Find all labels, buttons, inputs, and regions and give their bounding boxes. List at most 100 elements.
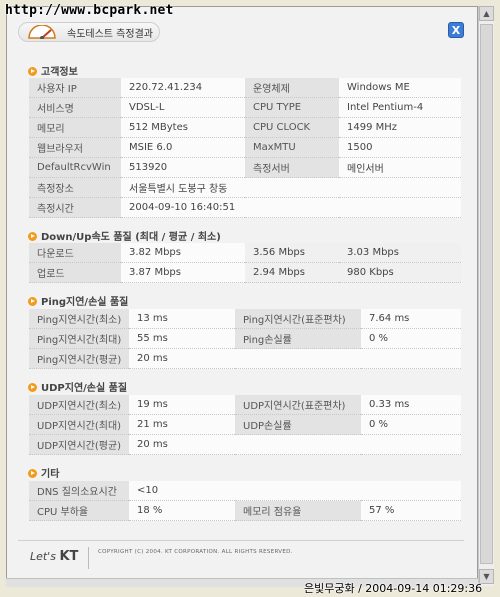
cell-value: 0 % xyxy=(361,328,461,349)
memory-usage-value: 57 % xyxy=(361,500,461,521)
speed-table: 다운로드 3.82 Mbps 3.56 Mbps 3.03 Mbps 업로드 3.87 M… xyxy=(29,243,461,283)
watermark: http://www.bcpark.net xyxy=(5,3,174,18)
bullet-icon xyxy=(28,383,37,392)
table-row: UDP지연시간(평균) 20 ms xyxy=(29,434,461,455)
udp-avg-label: UDP지연시간(평균) xyxy=(29,434,129,455)
copyright: COPYRIGHT (C) 2004. KT CORPORATION. ALL … xyxy=(98,549,293,555)
table-row: 사용자 IP 220.72.41.234 운영체제 Windows ME xyxy=(29,78,461,98)
screenshot-frame: ▲ ▼ http://www.bcpark.net 속도테스트 측정결과 X 고… xyxy=(0,0,500,597)
cell-value: MSIE 6.0 xyxy=(121,137,245,158)
cell-label: 웹브라우저 xyxy=(29,137,121,158)
table-row: 측정시간 2004-09-10 16:40:51 xyxy=(29,197,461,218)
speedometer-icon xyxy=(28,25,56,39)
udp-section-title: UDP지연/손실 품질 xyxy=(28,379,127,394)
table-row: 측정장소 서울특별시 도봉구 창동 xyxy=(29,177,461,198)
place-value: 서울특별시 도봉구 창동 xyxy=(121,177,461,198)
cell-value: 3.56 Mbps xyxy=(245,243,339,263)
close-icon[interactable]: X xyxy=(448,22,464,38)
table-row: Ping지연시간(최소) 13 ms Ping지연시간(표준편차) 7.64 ms xyxy=(29,309,461,329)
table-row: CPU 부하율 18 % 메모리 점유율 57 % xyxy=(29,500,461,521)
table-row: Ping지연시간(최대) 55 ms Ping손실률 0 % xyxy=(29,328,461,349)
table-row: 웹브라우저 MSIE 6.0 MaxMTU 1500 xyxy=(29,137,461,158)
speed-section-title: Down/Up속도 품질 (최대 / 평균 / 최소) xyxy=(28,228,221,243)
cell-value: 512 MBytes xyxy=(121,117,245,138)
cpu-load-value: 18 % xyxy=(129,500,235,521)
memory-usage-label: 메모리 점유율 xyxy=(235,500,361,521)
cell-label: UDP지연시간(최소) xyxy=(29,395,129,415)
cell-label: UDP손실률 xyxy=(235,414,361,435)
cell-label: Ping지연시간(최대) xyxy=(29,328,129,349)
cell-value: 3.82 Mbps xyxy=(121,243,245,263)
etc-table: DNS 질의소요시간 <10 CPU 부하율 18 % 메모리 점유율 57 % xyxy=(29,481,461,521)
cell-value: 0.33 ms xyxy=(361,395,461,415)
cell-label: 서비스명 xyxy=(29,97,121,118)
cell-label: 사용자 IP xyxy=(29,78,121,98)
cell-label: Ping지연시간(최소) xyxy=(29,309,129,329)
customer-table: 사용자 IP 220.72.41.234 운영체제 Windows ME 서비스명 VDS… xyxy=(29,78,461,218)
bullet-icon xyxy=(28,297,37,306)
cell-value: 980 Kbps xyxy=(339,262,461,283)
ping-avg-label: Ping지연시간(평균) xyxy=(29,348,129,369)
page-title: 속도테스트 측정결과 xyxy=(67,29,153,40)
cell-label: 운영체제 xyxy=(245,78,339,98)
ping-table: Ping지연시간(최소) 13 ms Ping지연시간(표준편차) 7.64 ms Pi… xyxy=(29,309,461,369)
time-label: 측정시간 xyxy=(29,197,121,218)
table-row: DNS 질의소요시간 <10 xyxy=(29,481,461,501)
cell-value: 1500 xyxy=(339,137,461,158)
ping-section-title: Ping지연/손실 품질 xyxy=(28,293,128,308)
table-row: 서비스명 VDSL-L CPU TYPE Intel Pentium-4 xyxy=(29,97,461,118)
udp-avg-value: 20 ms xyxy=(129,434,461,455)
cell-value: 13 ms xyxy=(129,309,235,329)
cell-value: 21 ms xyxy=(129,414,235,435)
scroll-up-button[interactable]: ▲ xyxy=(479,6,494,21)
table-row: DefaultRcvWin 513920 측정서버 메인서버 xyxy=(29,157,461,178)
cell-value: 0 % xyxy=(361,414,461,435)
cell-value: 513920 xyxy=(121,157,245,178)
dns-label: DNS 질의소요시간 xyxy=(29,481,129,501)
vertical-scrollbar[interactable]: ▲ ▼ xyxy=(478,6,494,586)
cell-value: Intel Pentium-4 xyxy=(339,97,461,118)
bullet-icon xyxy=(28,67,37,76)
title-badge: 속도테스트 측정결과 xyxy=(18,22,160,42)
section-label: 고객정보 xyxy=(41,67,78,78)
cell-value: 메인서버 xyxy=(339,157,461,178)
cell-label: Ping손실률 xyxy=(235,328,361,349)
table-row: Ping지연시간(평균) 20 ms xyxy=(29,348,461,369)
section-label: Down/Up속도 품질 (최대 / 평균 / 최소) xyxy=(41,232,221,243)
cell-label: 다운로드 xyxy=(29,243,121,263)
cell-label: DefaultRcvWin xyxy=(29,157,121,178)
table-row: UDP지연시간(최대) 21 ms UDP손실률 0 % xyxy=(29,414,461,435)
dns-value: <10 xyxy=(129,481,461,501)
cell-value: 220.72.41.234 xyxy=(121,78,245,98)
bullet-icon xyxy=(28,232,37,241)
logo-text: KT xyxy=(59,549,79,564)
customer-section-title: 고객정보 xyxy=(28,63,78,78)
time-value: 2004-09-10 16:40:51 xyxy=(121,197,461,218)
cell-label: Ping지연시간(표준편차) xyxy=(235,309,361,329)
cell-value: Windows ME xyxy=(339,78,461,98)
kt-logo: Let's KT xyxy=(30,549,78,564)
cell-value: 19 ms xyxy=(129,395,235,415)
cell-label: 측정서버 xyxy=(245,157,339,178)
table-row: 업로드 3.87 Mbps 2.94 Mbps 980 Kbps xyxy=(29,262,461,283)
table-row: 메모리 512 MBytes CPU CLOCK 1499 MHz xyxy=(29,117,461,138)
logo-prefix: Let's xyxy=(30,550,56,563)
footer: Let's KT COPYRIGHT (C) 2004. KT CORPORAT… xyxy=(18,540,464,571)
divider xyxy=(88,547,89,569)
bullet-icon xyxy=(28,469,37,478)
cell-label: UDP지연시간(최대) xyxy=(29,414,129,435)
ping-avg-value: 20 ms xyxy=(129,348,461,369)
table-row: 다운로드 3.82 Mbps 3.56 Mbps 3.03 Mbps xyxy=(29,243,461,263)
cell-label: 메모리 xyxy=(29,117,121,138)
cell-label: CPU TYPE xyxy=(245,97,339,118)
cell-value: 2.94 Mbps xyxy=(245,262,339,283)
udp-table: UDP지연시간(최소) 19 ms UDP지연시간(표준편차) 0.33 ms UDP지… xyxy=(29,395,461,455)
cell-value: 55 ms xyxy=(129,328,235,349)
section-label: 기타 xyxy=(41,469,60,480)
cell-value: 1499 MHz xyxy=(339,117,461,138)
cell-value: 7.64 ms xyxy=(361,309,461,329)
cell-value: 3.87 Mbps xyxy=(121,262,245,283)
section-label: Ping지연/손실 품질 xyxy=(41,297,129,308)
cell-label: MaxMTU xyxy=(245,137,339,158)
scroll-thumb[interactable] xyxy=(480,24,493,564)
